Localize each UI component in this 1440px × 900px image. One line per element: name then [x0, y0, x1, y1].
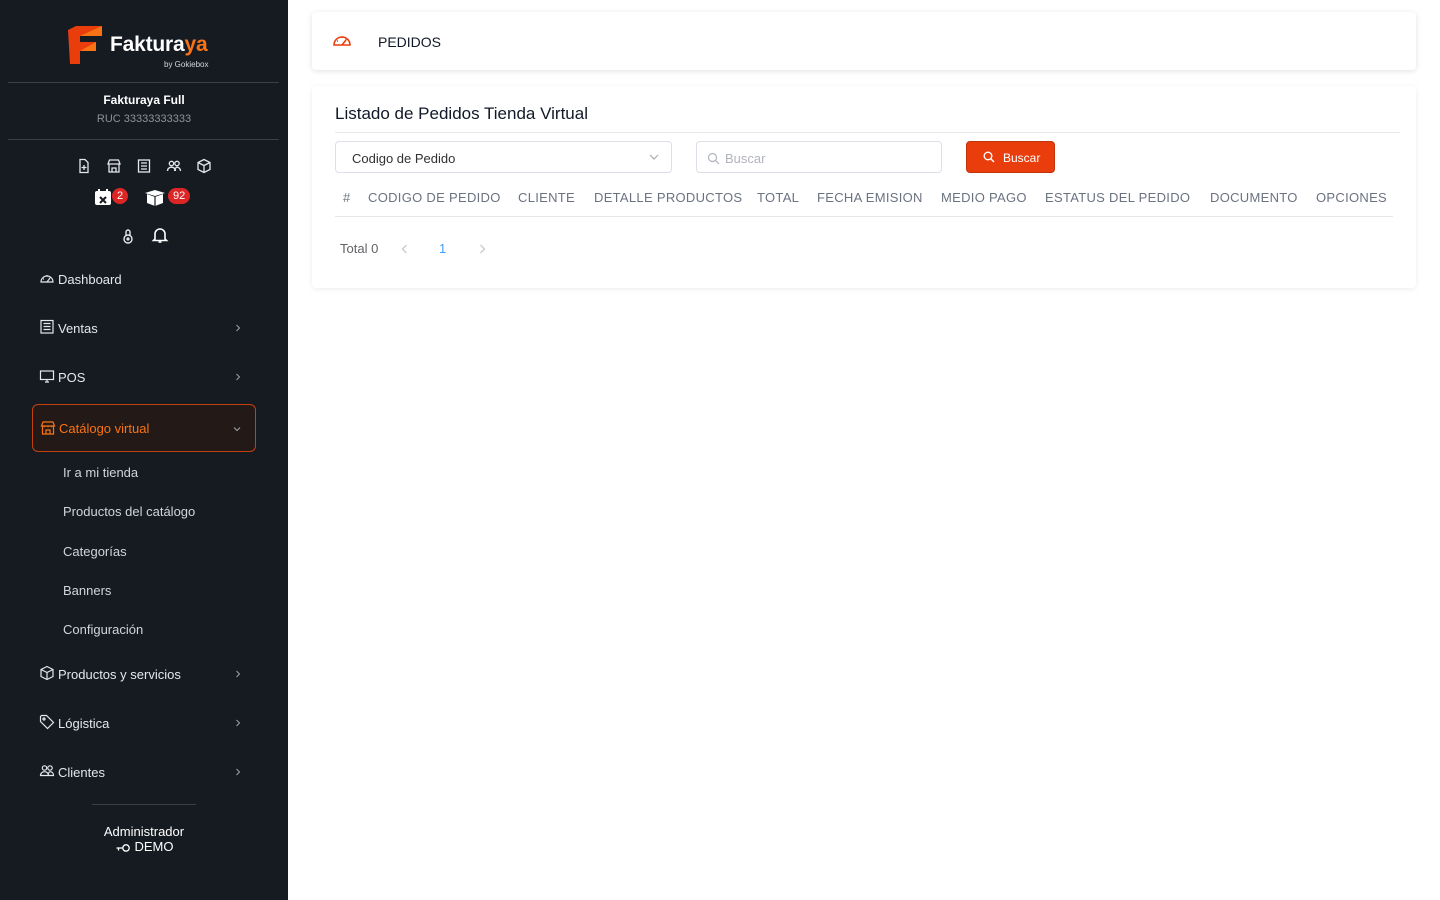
- pagination-total: Total 0: [340, 241, 379, 256]
- chevron-right-icon: [236, 373, 241, 381]
- nav-label: POS: [58, 370, 86, 385]
- brand-logo[interactable]: Fakturaya by Gokiebox: [66, 24, 226, 74]
- nav-item-logistica[interactable]: Lógistica: [32, 701, 256, 747]
- nav-item-clientes[interactable]: Clientes: [32, 750, 256, 796]
- chevron-right-icon: [236, 768, 241, 776]
- pagination: Total 0 1: [340, 241, 540, 261]
- monitor-icon: [39, 370, 55, 383]
- search-button[interactable]: Buscar: [966, 141, 1055, 173]
- company-ruc: RUC 33333333333: [96, 113, 192, 125]
- lock-icon[interactable]: [121, 228, 135, 244]
- column-header: DOCUMENTO: [1210, 190, 1298, 205]
- subnav-ir-a-mi-tienda[interactable]: Ir a mi tienda: [63, 465, 138, 480]
- column-header: ESTATUS DEL PEDIDO: [1045, 190, 1191, 205]
- divider: [92, 804, 196, 805]
- company-name: Fakturaya Full: [103, 93, 185, 107]
- page-header: PEDIDOS: [312, 12, 1416, 70]
- search-field-select[interactable]: Codigo de Pedido: [335, 141, 672, 173]
- column-header: DETALLE PRODUCTOS: [594, 190, 743, 205]
- nav-item-catalogo-virtual[interactable]: Catálogo virtual: [32, 404, 256, 452]
- search-icon: [983, 151, 995, 163]
- column-header: OPCIONES: [1316, 190, 1388, 205]
- fakturaya-logo-icon: [68, 26, 102, 64]
- brand-name: Fakturaya: [110, 33, 208, 56]
- column-header: TOTAL: [757, 190, 800, 205]
- nav-item-productos-servicios[interactable]: Productos y servicios: [32, 652, 256, 698]
- column-header: CLIENTE: [518, 190, 576, 205]
- nav-label: Productos y servicios: [58, 667, 181, 682]
- chevron-down-icon: [233, 427, 241, 432]
- brand-subtitle: by Gokiebox: [164, 60, 209, 69]
- receipt-icon: [40, 319, 54, 334]
- calendar-x-icon: [95, 189, 111, 205]
- bell-icon[interactable]: [151, 226, 169, 244]
- notification-badge: 92: [168, 188, 191, 204]
- chevron-right-icon: [236, 719, 241, 727]
- nav-label: Dashboard: [58, 272, 122, 287]
- nav-label: Ventas: [58, 321, 98, 336]
- store-icon[interactable]: [106, 158, 122, 174]
- gauge-icon: [333, 36, 351, 46]
- key-icon: [116, 844, 130, 852]
- box-icon: [40, 665, 54, 681]
- chevron-right-icon: [236, 670, 241, 678]
- nav-label: Clientes: [58, 765, 105, 780]
- select-value: Codigo de Pedido: [352, 151, 456, 166]
- stock-badge[interactable]: 92: [144, 186, 194, 208]
- nav-label: Lógistica: [58, 716, 110, 731]
- page-title: PEDIDOS: [378, 34, 442, 50]
- chevron-right-icon: [236, 324, 241, 332]
- column-header: FECHA EMISION: [817, 190, 923, 205]
- next-page-icon[interactable]: [477, 243, 487, 255]
- column-header: #: [343, 190, 351, 205]
- table-header: # CODIGO DE PEDIDO CLIENTE DETALLE PRODU…: [335, 182, 1393, 217]
- box-icon[interactable]: [196, 158, 212, 174]
- subnav-banners[interactable]: Banners: [63, 583, 111, 598]
- tag-icon: [39, 714, 55, 730]
- search-input[interactable]: [725, 148, 935, 168]
- chevron-down-icon: [649, 154, 659, 160]
- user-account[interactable]: DEMO: [0, 839, 288, 854]
- subnav-categorias[interactable]: Categorías: [63, 544, 127, 559]
- user-name: DEMO: [134, 839, 174, 854]
- search-icon: [707, 152, 720, 165]
- user-role: Administrador: [103, 824, 185, 839]
- page-number[interactable]: 1: [439, 241, 446, 256]
- search-box: [696, 141, 942, 173]
- users-icon[interactable]: [166, 158, 182, 174]
- divider: [8, 139, 279, 140]
- column-header: CODIGO DE PEDIDO: [368, 190, 501, 205]
- notification-badge: 2: [112, 188, 129, 204]
- sidebar: Fakturaya by Gokiebox Fakturaya Full RUC…: [0, 0, 288, 900]
- divider: [335, 132, 1400, 133]
- expiring-badge[interactable]: 2: [94, 186, 130, 208]
- divider: [8, 82, 279, 83]
- quick-actions: [76, 158, 216, 176]
- gauge-icon: [40, 275, 54, 283]
- column-header: MEDIO PAGO: [941, 190, 1027, 205]
- receipt-icon[interactable]: [136, 158, 152, 174]
- panel-title: Listado de Pedidos Tienda Virtual: [335, 104, 588, 123]
- subnav-configuracion[interactable]: Configuración: [63, 622, 143, 637]
- users-icon: [39, 765, 55, 777]
- file-plus-icon[interactable]: [76, 158, 92, 174]
- alert-icons: [118, 226, 178, 246]
- orders-panel: Listado de Pedidos Tienda Virtual Codigo…: [312, 86, 1416, 288]
- subnav-productos-catalogo[interactable]: Productos del catálogo: [63, 504, 195, 519]
- nav-item-dashboard[interactable]: Dashboard: [32, 257, 256, 303]
- nav-item-pos[interactable]: POS: [32, 355, 256, 401]
- search-button-label: Buscar: [1003, 151, 1041, 165]
- open-box-icon: [145, 190, 165, 206]
- nav-label: Catálogo virtual: [59, 421, 150, 436]
- nav-item-ventas[interactable]: Ventas: [32, 306, 256, 352]
- prev-page-icon[interactable]: [400, 243, 410, 255]
- store-icon: [40, 421, 56, 435]
